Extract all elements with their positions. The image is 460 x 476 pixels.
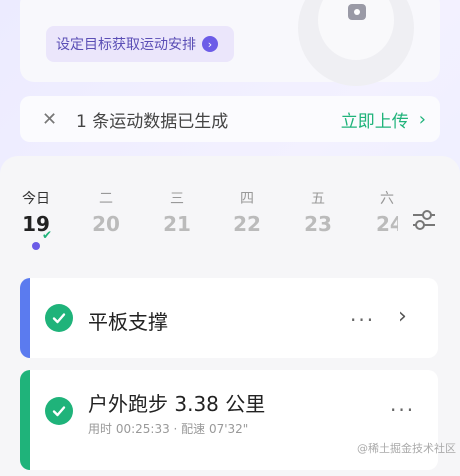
more-options-icon[interactable]: ··· [350, 308, 375, 332]
day-date: 22 [233, 212, 261, 236]
close-icon[interactable]: ✕ [42, 109, 62, 130]
activity-card-plank[interactable]: 平板支撑 ··· › [20, 278, 438, 358]
activity-title: 户外跑步 3.38 公里 [88, 392, 266, 416]
watermark: @稀土掘金技术社区 [357, 442, 456, 455]
day-weekday: 五 [311, 191, 325, 207]
chevron-right-icon[interactable]: › [398, 304, 407, 329]
day-weekday: 六 [380, 191, 394, 207]
activity-accent-bar [20, 278, 30, 358]
day-weekday: 三 [170, 191, 184, 207]
activity-title: 平板支撑 [88, 310, 168, 334]
upload-now-button[interactable]: 立即上传 [341, 107, 409, 132]
day-sat[interactable]: 六 24 [368, 188, 398, 236]
today-indicator-dot [32, 242, 40, 250]
filter-icon[interactable] [410, 206, 438, 234]
notice-message: 1 条运动数据已生成 [76, 111, 229, 132]
day-weekday: 二 [99, 191, 113, 207]
upload-notice: ✕ 1 条运动数据已生成 立即上传 › [20, 96, 440, 142]
day-date: 23 [304, 212, 332, 236]
chevron-right-icon: › [418, 108, 426, 130]
lock-icon [348, 4, 366, 20]
chevron-right-icon: › [202, 36, 218, 52]
day-thu[interactable]: 四 22 [227, 188, 267, 236]
completed-check-icon [45, 397, 73, 425]
day-weekday: 今日 [22, 191, 50, 207]
day-fri[interactable]: 五 23 [298, 188, 338, 236]
day-tue[interactable]: 二 20 [86, 188, 126, 236]
day-date: 20 [92, 212, 120, 236]
day-date: 21 [163, 212, 191, 236]
completed-check-icon [45, 304, 73, 332]
more-options-icon[interactable]: ··· [390, 398, 415, 422]
day-wed[interactable]: 三 21 [157, 188, 197, 236]
set-goal-button[interactable]: 设定目标获取运动安排 › [46, 26, 234, 62]
check-icon: ✔ [42, 228, 53, 242]
activity-meta: 用时 00:25:33 · 配速 07'32" [88, 422, 249, 436]
day-weekday: 四 [240, 191, 254, 207]
set-goal-label: 设定目标获取运动安排 [56, 37, 196, 53]
activity-accent-bar [20, 370, 30, 470]
day-date: 24 [376, 212, 398, 236]
